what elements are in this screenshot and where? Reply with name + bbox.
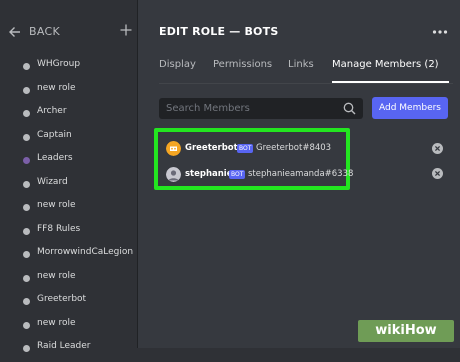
role-color-dot (23, 298, 30, 305)
search-icon (343, 102, 356, 115)
sidebar-role-item[interactable]: Leaders (0, 150, 138, 174)
sidebar-role-item[interactable]: Greeterbot (0, 291, 138, 315)
role-name: new role (37, 317, 76, 328)
sidebar-role-item[interactable]: MorrowwindCaLegion (0, 244, 138, 268)
sidebar-role-item[interactable]: Raid Leader (0, 338, 138, 362)
role-name: Raid Leader (37, 341, 91, 351)
member-row[interactable]: stephanie BOT stephanieamanda#6338 (166, 167, 354, 183)
sidebar-role-item[interactable]: new role (0, 197, 138, 221)
role-color-dot (23, 133, 30, 141)
role-color-dot (23, 110, 30, 117)
remove-member-icon[interactable] (432, 168, 443, 179)
tab-links[interactable]: Links (288, 59, 314, 70)
role-list: WHGroup new role Archer Captain Leaders Wizar… (0, 56, 138, 362)
role-name: Wizard (37, 176, 68, 187)
role-name: Archer (37, 106, 67, 116)
role-name: new role (37, 200, 76, 210)
role-name: MorrowwindCaLegion (37, 247, 134, 257)
member-tag: stephanieamanda#6338 (248, 169, 354, 179)
avatar (166, 167, 181, 182)
add-members-button[interactable]: Add Members (372, 97, 448, 119)
role-name: Leaders (37, 153, 73, 163)
sidebar-role-item[interactable]: Archer (0, 103, 138, 127)
sidebar-role-item[interactable]: Wizard (0, 174, 138, 198)
page-title: EDIT ROLE — BOTS (159, 25, 279, 38)
role-name: WHGroup (37, 59, 81, 69)
add-role-icon[interactable] (120, 24, 132, 36)
role-tabs: Display Permissions Links Manage Members… (159, 56, 459, 83)
sidebar-role-item[interactable]: Captain (0, 127, 138, 151)
avatar (166, 141, 181, 156)
more-horizontal-icon[interactable] (432, 29, 448, 35)
member-name: Greeterbot (185, 143, 238, 153)
back-button[interactable]: BACK (29, 25, 60, 38)
bot-badge: BOT (237, 144, 254, 153)
role-color-dot (23, 274, 30, 282)
sidebar-role-item[interactable]: new role (0, 315, 138, 339)
tabs-divider (159, 83, 453, 84)
sidebar-role-item[interactable]: new role (0, 268, 138, 292)
role-name: Greeterbot (37, 294, 87, 304)
role-name: new role (37, 82, 76, 93)
role-name: new role (37, 270, 76, 281)
role-sidebar: BACK WHGroup new role Archer Captain Leaders… (0, 0, 138, 352)
back-arrow-icon[interactable] (9, 26, 21, 38)
role-color-dot (23, 251, 30, 258)
role-color-dot (23, 321, 30, 329)
member-row[interactable]: Greeterbot BOT Greeterbot#8403 (166, 141, 350, 157)
role-color-dot (23, 63, 30, 70)
sidebar-role-item[interactable]: new role (0, 80, 138, 104)
member-list: Greeterbot BOT Greeterbot#8403 stephanie… (154, 128, 354, 190)
watermark: wikiHow (358, 320, 454, 342)
role-name: Captain (37, 129, 72, 140)
edit-role-panel: EDIT ROLE — BOTS Display Permissions Lin… (138, 0, 460, 348)
bot-badge: BOT (229, 170, 246, 179)
role-name: FF8 Rules (37, 223, 81, 234)
role-color-dot (23, 180, 30, 188)
role-color-dot (23, 86, 30, 94)
search-input[interactable] (159, 98, 339, 119)
remove-member-icon[interactable] (432, 143, 443, 154)
role-color-dot (23, 227, 30, 235)
sidebar-role-item[interactable]: WHGroup (0, 56, 138, 80)
sidebar-role-item[interactable]: FF8 Rules (0, 221, 138, 245)
role-color-dot (23, 345, 30, 352)
tab-display[interactable]: Display (159, 59, 196, 70)
member-name: stephanie (185, 169, 233, 179)
role-color-dot (23, 157, 30, 164)
search-box (159, 98, 363, 119)
role-color-dot (23, 204, 30, 211)
member-tag: Greeterbot#8403 (256, 143, 332, 153)
sidebar-header: BACK (0, 22, 138, 46)
tab-manage-members[interactable]: Manage Members (2) (332, 59, 439, 70)
tab-permissions[interactable]: Permissions (213, 59, 272, 70)
